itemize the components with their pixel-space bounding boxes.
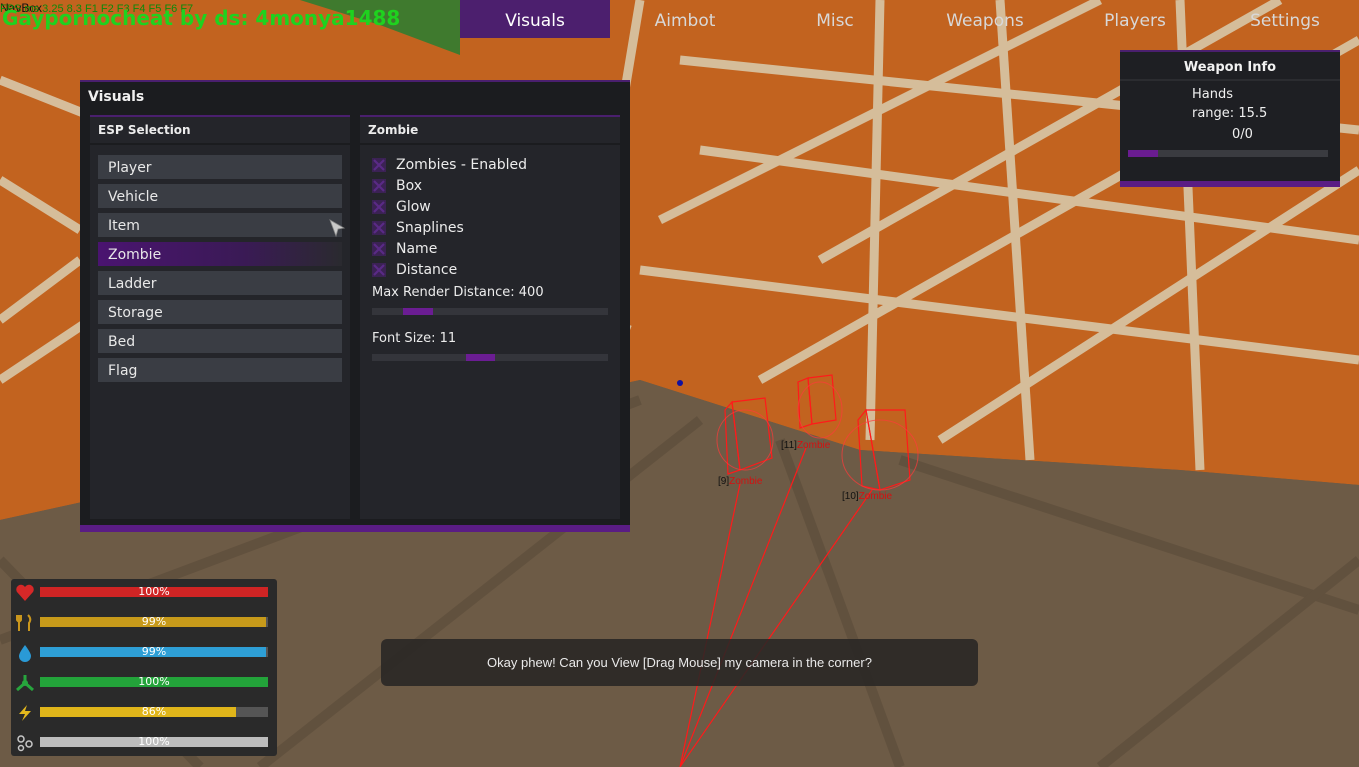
checkbox-checked[interactable] [372,242,386,256]
oxygen-row: 100% [11,733,277,753]
stamina-row: 86% [11,703,277,723]
toggle-label: Box [396,178,423,194]
cheat-watermark: Gaypornocheat by ds: 4monya1488 [2,6,401,30]
tutorial-hint: Okay phew! Can you View [Drag Mouse] my … [381,639,978,686]
checkbox-checked[interactable] [372,200,386,214]
tab-aimbot[interactable]: Aimbot [610,0,760,38]
radiation-icon [16,675,34,692]
font-size-slider[interactable] [372,354,608,361]
food-icon [16,614,32,631]
panel-accent-bar [1120,181,1340,187]
divider [90,143,350,145]
food-row: 99% [11,613,277,633]
zombie-id: [9] [718,476,730,487]
water-value: 99% [141,645,167,658]
tab-misc[interactable]: Misc [760,0,910,38]
weapon-ammo: 0/0 [1232,127,1253,142]
tab-settings[interactable]: Settings [1210,0,1359,38]
zombie-settings-panel: Zombie Zombies - Enabled Box Glow Snapli… [360,115,620,519]
panel-accent-bar [80,525,630,532]
weapon-range: range: 15.5 [1192,106,1268,121]
visuals-window: Visuals ESP Selection Player Vehicle Ite… [80,80,630,532]
stamina-value: 86% [141,705,167,718]
font-size-label: Font Size: 11 [372,331,457,346]
toggle-snaplines[interactable]: Snaplines [372,218,464,238]
weapon-bar-fill [1128,150,1158,157]
esp-item-zombie[interactable]: Zombie [98,242,342,266]
divider [360,143,620,145]
slider-fill [466,354,495,361]
zombie-name: Zombie [858,491,893,502]
water-icon [19,645,31,662]
toggle-label: Zombies - Enabled [396,157,528,173]
zombie-name: Zombie [729,476,763,487]
tab-visuals[interactable]: Visuals [460,0,610,38]
player-status-panel: 100% 99% 99% 100% 86% 100% [11,579,277,756]
zombie-id: [11] [781,440,797,451]
toggle-distance[interactable]: Distance [372,260,457,280]
oxygen-icon [17,735,33,752]
zombie-label: [11]Zombie [781,440,830,451]
weapon-bar [1128,150,1328,157]
toggle-glow[interactable]: Glow [372,197,431,217]
food-value: 99% [141,615,167,628]
esp-item-vehicle[interactable]: Vehicle [98,184,342,208]
toggle-label: Name [396,241,438,257]
esp-selection-panel: ESP Selection Player Vehicle Item Zombie… [90,115,350,519]
esp-item-player[interactable]: Player [98,155,342,179]
weapon-name: Hands [1192,87,1234,102]
divider [1120,79,1340,81]
virus-row: 100% [11,673,277,693]
stamina-icon [19,705,31,721]
max-render-distance-label: Max Render Distance: 400 [372,285,544,300]
tab-weapons[interactable]: Weapons [910,0,1060,38]
esp-item-item[interactable]: Item [98,213,342,237]
zombie-label: [9]Zombie [718,476,762,487]
water-row: 99% [11,643,277,663]
checkbox-checked[interactable] [372,263,386,277]
crosshair-dot [677,380,683,386]
esp-item-ladder[interactable]: Ladder [98,271,342,295]
health-value: 100% [138,585,170,598]
checkbox-checked[interactable] [372,179,386,193]
weapon-info-panel: Weapon Info Hands range: 15.5 0/0 [1120,50,1340,187]
toggle-label: Distance [396,262,458,278]
esp-item-flag[interactable]: Flag [98,358,342,382]
slider-fill [402,308,433,315]
tab-players[interactable]: Players [1060,0,1210,38]
esp-item-bed[interactable]: Bed [98,329,342,353]
toggle-label: Snaplines [396,220,464,236]
health-row: 100% [11,583,277,603]
oxygen-value: 100% [138,735,170,748]
esp-item-storage[interactable]: Storage [98,300,342,324]
zombie-settings-title: Zombie [368,123,419,137]
toggle-box[interactable]: Box [372,176,422,196]
weapon-info-title: Weapon Info [1183,60,1277,75]
heart-icon [16,584,34,601]
toggle-label: Glow [396,199,431,215]
visuals-window-title[interactable]: Visuals [88,89,144,105]
zombie-name: Zombie [796,440,831,451]
toggle-name[interactable]: Name [372,239,437,259]
virus-value: 100% [138,675,170,688]
max-render-distance-slider[interactable] [372,308,608,315]
zombie-label: [10]Zombie [842,491,892,502]
toggle-zombies-enabled[interactable]: Zombies - Enabled [372,155,527,175]
top-nav-tabs: Visuals Aimbot Misc Weapons Players Sett… [460,0,1359,38]
checkbox-checked[interactable] [372,158,386,172]
esp-selection-title: ESP Selection [98,123,191,137]
checkbox-checked[interactable] [372,221,386,235]
zombie-id: [10] [842,491,859,502]
mouse-cursor-icon [329,219,346,238]
